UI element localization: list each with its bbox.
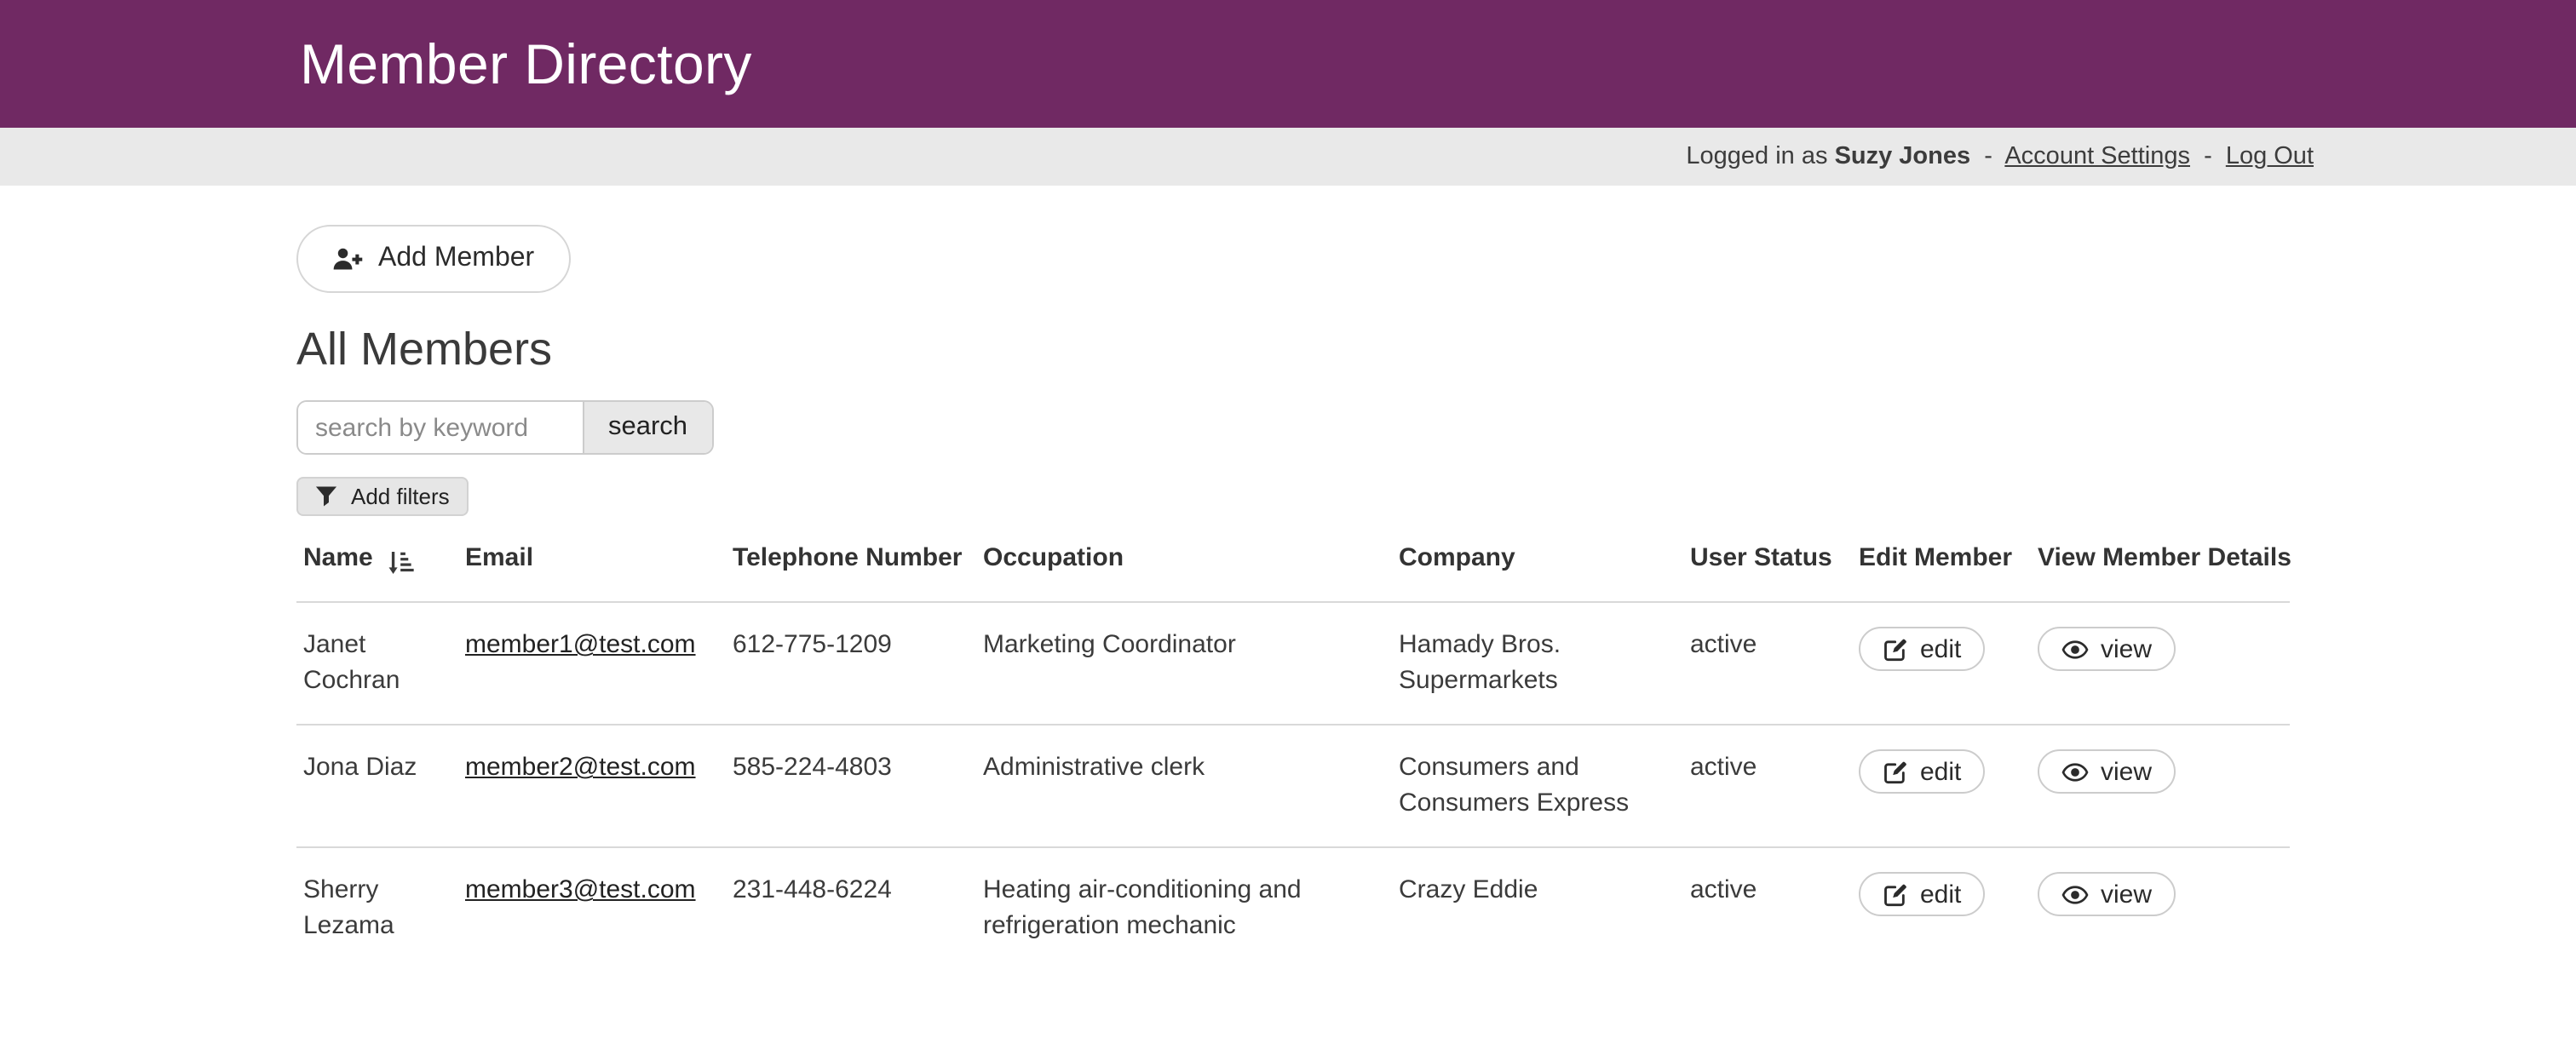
member-name-cell: Sherry Lezama <box>296 847 458 969</box>
edit-member-cell: edit <box>1852 725 2031 847</box>
eye-icon <box>2061 762 2089 781</box>
member-occupation-cell: Marketing Coordinator <box>976 602 1392 725</box>
edit-button-label: edit <box>1920 634 1961 663</box>
logged-in-text: Logged in as <box>1686 143 1827 170</box>
member-directory-app: Member Directory Logged in as Suzy Jones… <box>0 0 2576 1061</box>
member-phone-cell: 612-775-1209 <box>726 602 976 725</box>
view-button-label: view <box>2101 880 2152 909</box>
banner: Member Directory <box>0 0 2576 128</box>
account-bar: Logged in as Suzy Jones - Account Settin… <box>0 128 2576 186</box>
view-member-cell: view <box>2031 602 2290 725</box>
phone-column-header: Telephone Number <box>726 542 976 602</box>
search-row: search <box>296 400 2314 455</box>
edit-button-label: edit <box>1920 880 1961 909</box>
eye-icon <box>2061 639 2089 658</box>
table-row: Jona Diaz member2@test.com 585-224-4803 … <box>296 725 2290 847</box>
edit-member-column-header: Edit Member <box>1852 542 2031 602</box>
edit-pen-square-icon <box>1883 881 1908 907</box>
eye-icon <box>2061 885 2089 903</box>
member-occupation-cell: Administrative clerk <box>976 725 1392 847</box>
member-status-cell: active <box>1683 602 1852 725</box>
add-member-label: Add Member <box>378 244 534 274</box>
main-content: Add Member All Members search Add filter… <box>296 186 2314 969</box>
member-company-cell: Hamady Bros. Supermarkets <box>1392 602 1683 725</box>
separator: - <box>2204 143 2212 170</box>
view-member-button[interactable]: view <box>2038 749 2176 794</box>
member-email-link[interactable]: member3@test.com <box>465 875 696 904</box>
separator: - <box>1984 143 1992 170</box>
view-member-cell: view <box>2031 725 2290 847</box>
email-column-header: Email <box>458 542 726 602</box>
edit-pen-square-icon <box>1883 759 1908 784</box>
add-filters-button[interactable]: Add filters <box>296 477 469 516</box>
view-member-button[interactable]: view <box>2038 627 2176 671</box>
sort-amount-icon[interactable] <box>387 549 414 575</box>
members-table-body: Janet Cochran member1@test.com 612-775-1… <box>296 602 2290 969</box>
table-row: Janet Cochran member1@test.com 612-775-1… <box>296 602 2290 725</box>
edit-member-cell: edit <box>1852 602 2031 725</box>
edit-member-cell: edit <box>1852 847 2031 969</box>
table-header-row: Name Email Telephone Number Occ <box>296 542 2290 602</box>
user-status-column-header: User Status <box>1683 542 1852 602</box>
member-email-cell: member1@test.com <box>458 602 726 725</box>
table-row: Sherry Lezama member3@test.com 231-448-6… <box>296 847 2290 969</box>
members-table: Name Email Telephone Number Occ <box>296 542 2290 969</box>
view-member-button[interactable]: view <box>2038 872 2176 916</box>
search-input[interactable] <box>298 402 583 453</box>
add-filters-label: Add filters <box>351 484 450 509</box>
user-plus-icon <box>332 247 363 271</box>
name-column-header[interactable]: Name <box>296 542 458 602</box>
search-button[interactable]: search <box>583 402 711 453</box>
member-phone-cell: 231-448-6224 <box>726 847 976 969</box>
member-name-cell: Jona Diaz <box>296 725 458 847</box>
member-occupation-cell: Heating air-conditioning and refrigerati… <box>976 847 1392 969</box>
company-column-header: Company <box>1392 542 1683 602</box>
member-status-cell: active <box>1683 725 1852 847</box>
account-settings-link[interactable]: Account Settings <box>2004 143 2190 170</box>
member-email-link[interactable]: member1@test.com <box>465 630 696 659</box>
member-status-cell: active <box>1683 847 1852 969</box>
view-member-cell: view <box>2031 847 2290 969</box>
member-email-link[interactable]: member2@test.com <box>465 753 696 782</box>
all-members-heading: All Members <box>296 324 2314 376</box>
view-button-label: view <box>2101 634 2152 663</box>
member-company-cell: Crazy Eddie <box>1392 847 1683 969</box>
edit-member-button[interactable]: edit <box>1859 627 1985 671</box>
member-email-cell: member2@test.com <box>458 725 726 847</box>
view-member-details-column-header: View Member Details <box>2031 542 2290 602</box>
edit-member-button[interactable]: edit <box>1859 749 1985 794</box>
view-button-label: view <box>2101 757 2152 786</box>
filter-funnel-icon <box>315 485 337 508</box>
member-company-cell: Consumers and Consumers Express <box>1392 725 1683 847</box>
member-email-cell: member3@test.com <box>458 847 726 969</box>
log-out-link[interactable]: Log Out <box>2226 143 2314 170</box>
member-name-cell: Janet Cochran <box>296 602 458 725</box>
user-name: Suzy Jones <box>1835 143 1971 170</box>
member-phone-cell: 585-224-4803 <box>726 725 976 847</box>
occupation-column-header: Occupation <box>976 542 1392 602</box>
add-member-button[interactable]: Add Member <box>296 225 570 293</box>
edit-button-label: edit <box>1920 757 1961 786</box>
edit-pen-square-icon <box>1883 636 1908 662</box>
page-title: Member Directory <box>296 32 2314 96</box>
edit-member-button[interactable]: edit <box>1859 872 1985 916</box>
